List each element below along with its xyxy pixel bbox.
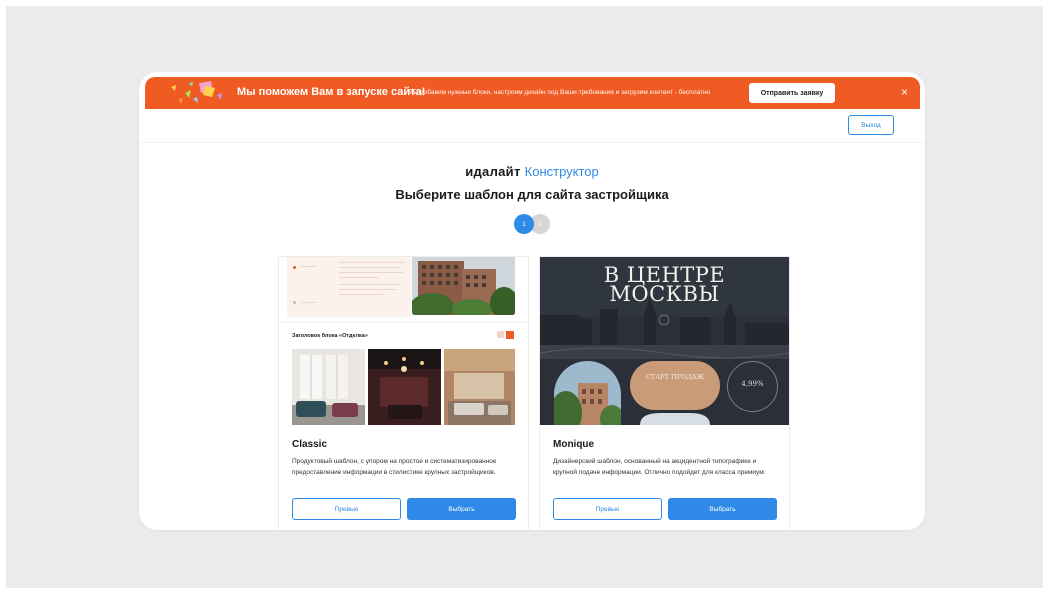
template-preview-classic: Заголовок блока «Отделка» [279, 257, 528, 425]
close-icon[interactable]: × [901, 85, 908, 99]
preview-block-title: Заголовок блока «Отделка» [292, 333, 368, 339]
preview-divider [279, 322, 528, 323]
preview-arrow-right-icon [506, 331, 514, 339]
preview-headline-line2: МОСКВЫ [609, 282, 720, 306]
preview-building-photo [412, 257, 515, 315]
confetti-icon [171, 81, 222, 104]
brand-name: идалайт [465, 164, 521, 179]
brand-product: Конструктор [524, 164, 599, 179]
preview-sale-text: СТАРТ ПРОДАЖ [646, 373, 704, 381]
preview-arrow-left-icon [497, 331, 504, 338]
preview-button[interactable]: Превью [553, 498, 662, 520]
preview-bullet [293, 301, 296, 304]
constructor-window: Мы поможем Вам в запуске сайта! Мы добав… [139, 72, 925, 530]
preview-interior-photo [444, 349, 515, 425]
brand-logo: идалайт Конструктор [139, 164, 925, 179]
select-button[interactable]: Выбрать [407, 498, 516, 520]
preview-shape-bottom [640, 413, 710, 425]
template-card-classic: Заголовок блока «Отделка» Classic Продук… [278, 256, 529, 530]
template-name: Classic [292, 439, 328, 450]
select-button[interactable]: Выбрать [668, 498, 777, 520]
preview-interior-photo [292, 349, 365, 425]
template-info: Monique Дизайнерский шаблон, основанный … [540, 425, 789, 530]
banner-description: Мы добавим нужные блоки, настроим дизайн… [408, 89, 711, 96]
banner-title: Мы поможем Вам в запуске сайта! [237, 86, 426, 98]
template-name: Monique [553, 439, 595, 450]
template-info: Classic Продуктовый шаблон, с упором на … [279, 425, 528, 530]
preview-button[interactable]: Превью [292, 498, 401, 520]
header-divider [139, 142, 925, 143]
preview-header-area [279, 257, 528, 322]
template-description: Продуктовый шаблон, с упором на простое … [292, 458, 497, 476]
promo-banner: Мы поможем Вам в запуске сайта! Мы добав… [145, 77, 920, 109]
preview-arch-photo [554, 361, 621, 425]
template-description: Дизайнерский шаблон, основанный на акцид… [553, 458, 766, 476]
page-title: Выберите шаблон для сайта застройщика [395, 187, 669, 202]
pagination: 1 2 [514, 214, 550, 234]
preview-sale-pill [630, 361, 720, 410]
preview-interior-photo [368, 349, 441, 425]
preview-bullet [293, 266, 296, 269]
page-dot-1[interactable]: 1 [514, 214, 534, 234]
preview-rate-text: 4,99% [741, 380, 764, 388]
template-card-monique: В ЦЕНТРЕ МОСКВЫ СТАРТ ПРОДАЖ 4,99% Moniq… [539, 256, 790, 530]
send-request-button[interactable]: Отправить заявку [749, 83, 835, 103]
exit-button[interactable]: Выход [848, 115, 894, 135]
template-preview-monique: В ЦЕНТРЕ МОСКВЫ СТАРТ ПРОДАЖ 4,99% [540, 257, 789, 425]
